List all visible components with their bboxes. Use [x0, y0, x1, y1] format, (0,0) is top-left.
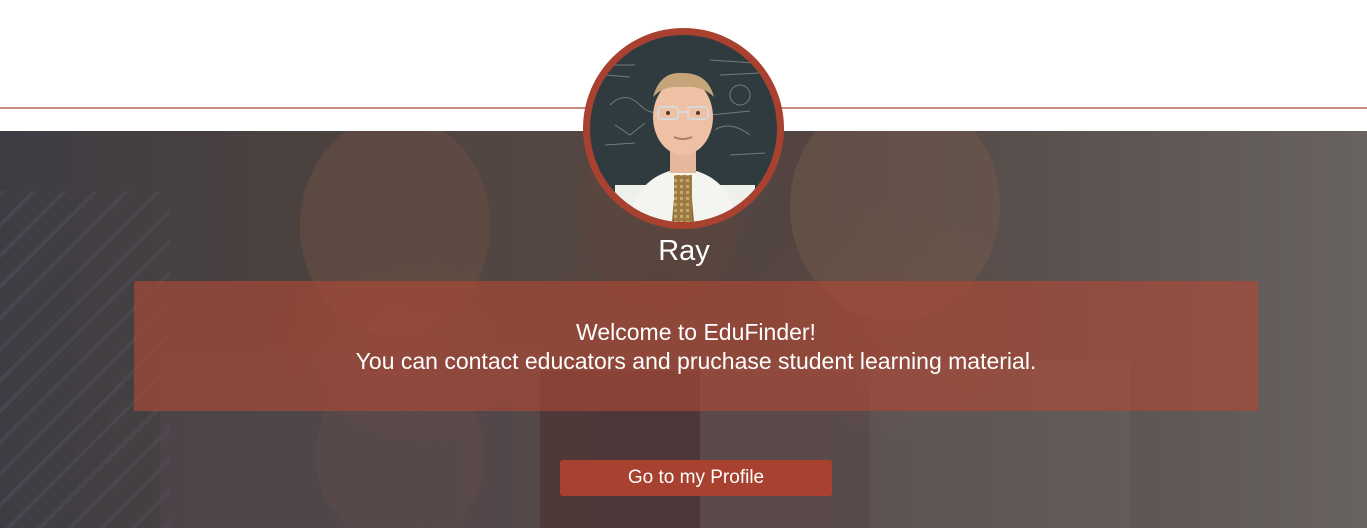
- go-to-profile-button[interactable]: Go to my Profile: [560, 460, 832, 496]
- welcome-panel: [134, 281, 1258, 411]
- avatar[interactable]: [583, 28, 784, 229]
- welcome-subtitle: You can contact educators and pruchase s…: [355, 348, 1037, 374]
- page: Welcome to EduFinder! You can contact ed…: [0, 0, 1367, 530]
- teacher-portrait-icon: [590, 35, 777, 222]
- avatar-photo: [590, 35, 777, 222]
- welcome-title: Welcome to EduFinder!: [576, 319, 816, 345]
- user-name: Ray: [658, 235, 710, 267]
